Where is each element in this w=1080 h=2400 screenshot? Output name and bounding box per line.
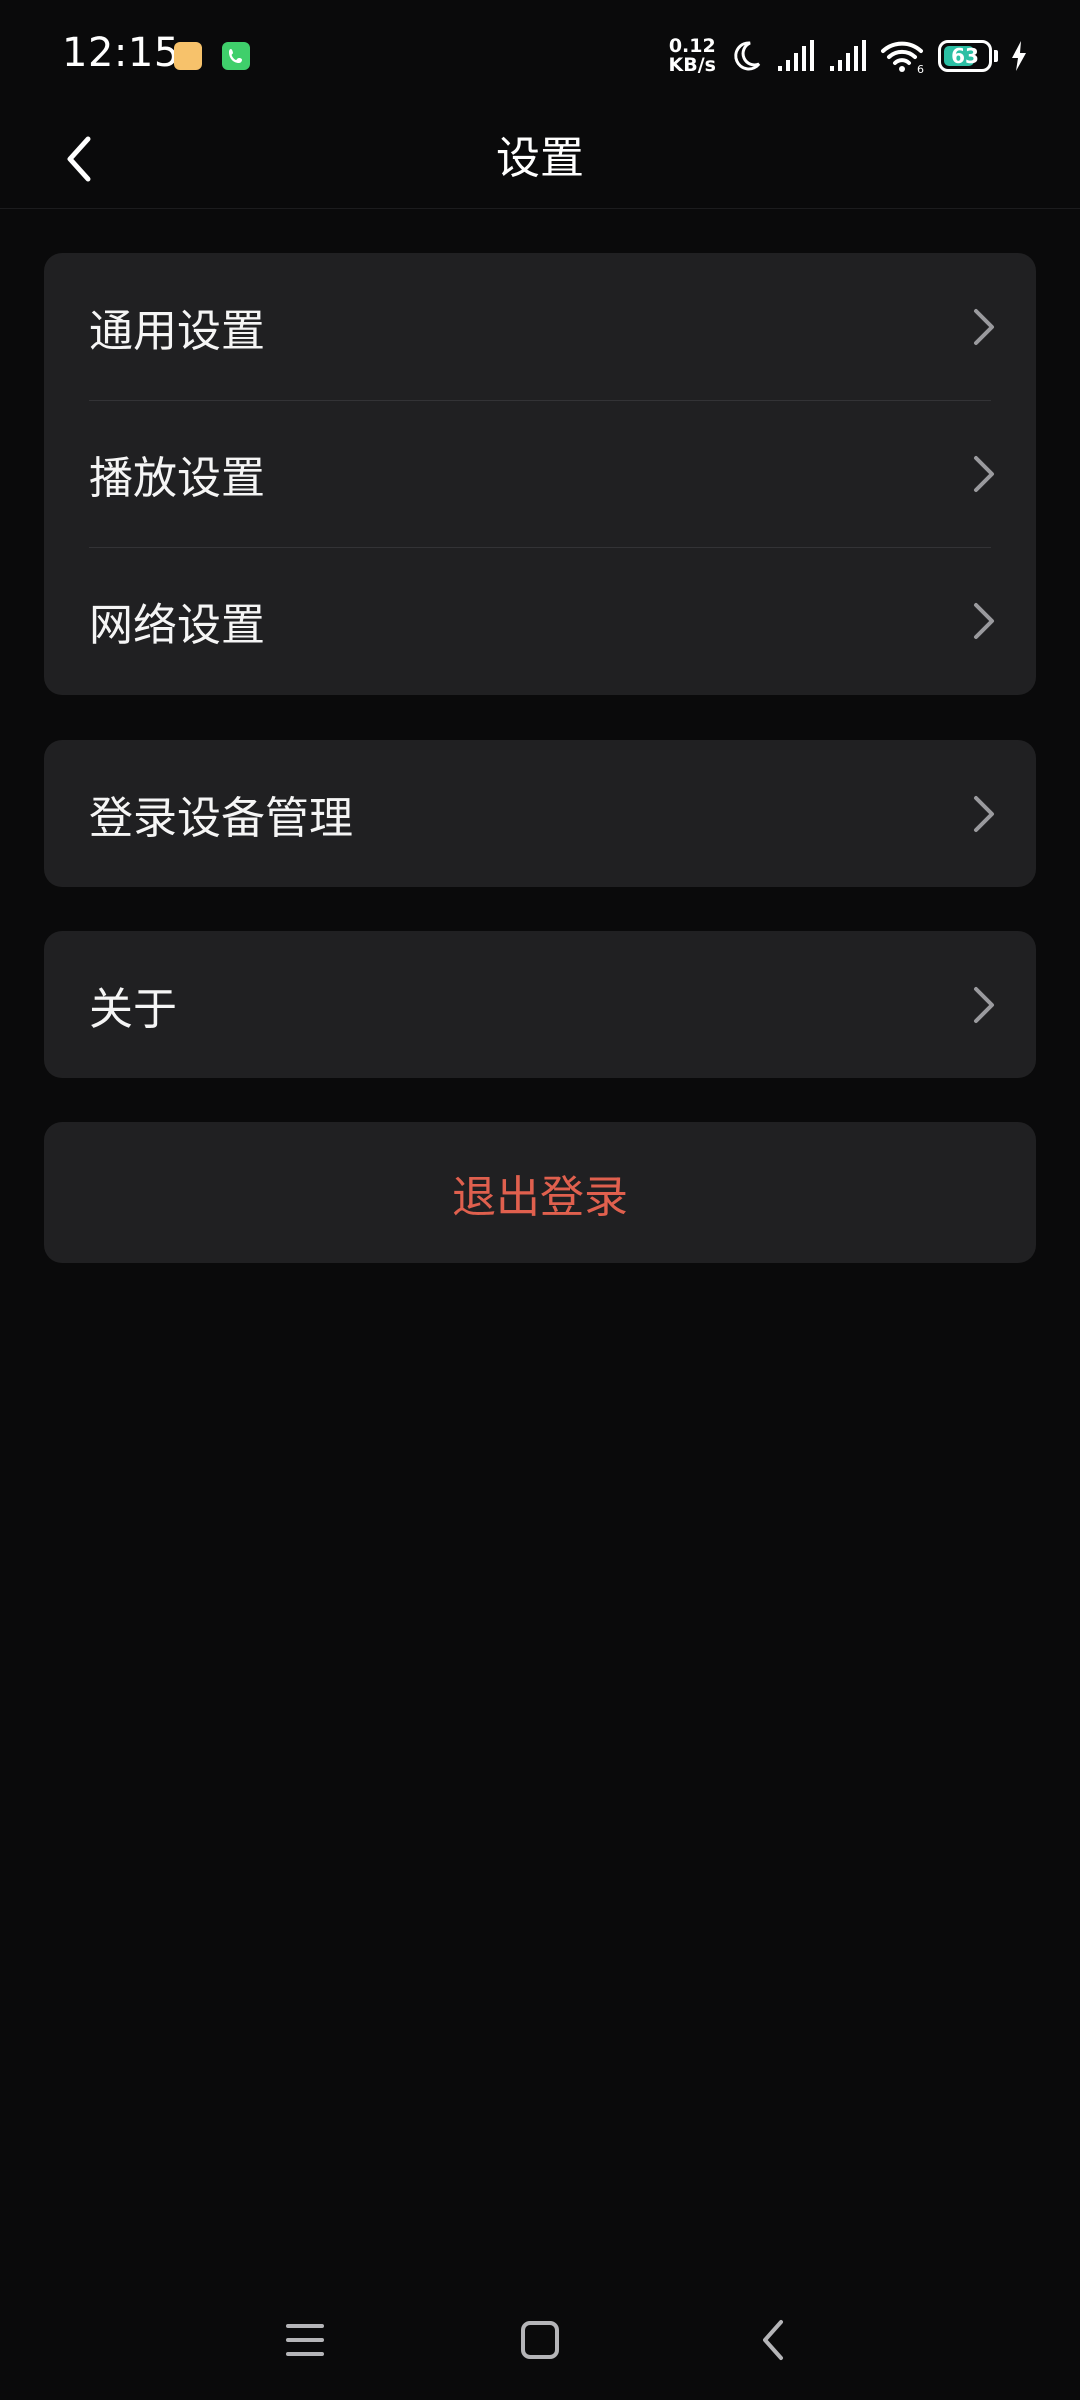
chevron-right-icon <box>974 308 994 345</box>
moon-icon <box>734 41 761 71</box>
status-time: 12:15 <box>62 30 180 76</box>
logout-button[interactable]: 退出登录 <box>44 1122 1036 1263</box>
menu-icon <box>286 2324 324 2356</box>
about-item[interactable]: 关于 <box>44 931 1036 1078</box>
network-settings-label: 网络设置 <box>89 599 265 651</box>
page-title: 设置 <box>496 133 584 184</box>
general-settings-item[interactable]: 通用设置 <box>44 253 1036 400</box>
general-settings-label: 通用设置 <box>89 305 265 357</box>
wifi-icon: 6 <box>881 41 924 74</box>
device-management-item[interactable]: 登录设备管理 <box>44 740 1036 887</box>
status-bar: 12:15 0.12 KB/s 6 63 <box>0 0 1080 110</box>
about-label: 关于 <box>89 983 177 1035</box>
battery-nub <box>994 50 998 62</box>
chevron-right-icon <box>974 986 994 1023</box>
charging-icon <box>1012 41 1026 71</box>
logout-label: 退出登录 <box>452 1171 628 1223</box>
chevron-right-icon <box>974 602 994 639</box>
settings-group-devices: 登录设备管理 <box>44 740 1036 887</box>
home-icon <box>521 2321 559 2359</box>
recent-apps-button[interactable] <box>275 2310 335 2370</box>
home-button[interactable] <box>510 2310 570 2370</box>
system-navigation-bar <box>0 2270 1080 2400</box>
header: 设置 <box>0 110 1080 209</box>
settings-group-general: 通用设置 播放设置 网络设置 <box>44 253 1036 695</box>
settings-group-about: 关于 <box>44 931 1036 1078</box>
system-back-button[interactable] <box>743 2310 803 2370</box>
back-icon <box>763 2320 783 2360</box>
message-notification-icon <box>174 42 202 70</box>
chevron-right-icon <box>974 795 994 832</box>
network-speed-unit: KB/s <box>668 54 716 76</box>
chevron-right-icon <box>974 455 994 492</box>
signal-icon <box>778 40 814 71</box>
battery-indicator: 63 <box>938 40 998 72</box>
playback-settings-item[interactable]: 播放设置 <box>44 400 1036 547</box>
status-icons: 0.12 KB/s 6 63 <box>669 34 1028 78</box>
network-settings-item[interactable]: 网络设置 <box>44 547 1036 694</box>
battery-level: 63 <box>951 44 979 68</box>
network-speed: 0.12 KB/s <box>669 37 716 75</box>
phone-notification-icon <box>222 42 250 70</box>
battery-icon: 63 <box>938 40 992 72</box>
signal-icon-2 <box>830 40 866 71</box>
playback-settings-label: 播放设置 <box>89 452 265 504</box>
device-management-label: 登录设备管理 <box>89 792 353 844</box>
wifi-label: 6 <box>917 63 924 74</box>
